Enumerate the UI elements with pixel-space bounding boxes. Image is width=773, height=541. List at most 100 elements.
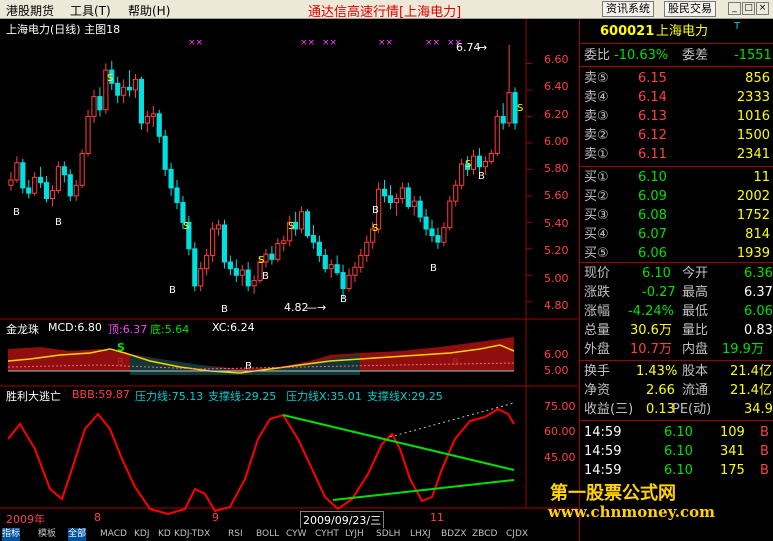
sub2-bbb: BBB:59.87 (72, 388, 130, 401)
indicator-tab[interactable]: CJDX (506, 528, 528, 541)
signal-marker: S (465, 159, 471, 170)
pressure-x-line (389, 402, 515, 438)
tick-price: 6.10 (664, 463, 693, 478)
stat-value: 19.9万 (722, 342, 764, 357)
candle-body (269, 253, 275, 260)
date-month-8: 8 (94, 511, 101, 524)
candle-body (67, 174, 73, 197)
candle-body (14, 162, 20, 181)
candle-body (239, 269, 245, 276)
sell-price: 6.12 (638, 128, 667, 143)
sell-volume: 1016 (736, 109, 770, 124)
restore-button[interactable]: □ (742, 2, 755, 15)
watermark-title: 第一股票公式网 (550, 483, 676, 504)
buy-volume: 1939 (736, 246, 770, 261)
candle-body (304, 211, 311, 237)
candle-body (322, 254, 328, 270)
sell-row[interactable]: 卖③ 6.13 1016 (580, 107, 773, 126)
trading-button[interactable]: 股民交易 (664, 1, 716, 17)
candle-body (334, 264, 340, 274)
price-tick-label: 6.20 (544, 108, 569, 121)
news-system-button[interactable]: 资讯系统 (602, 1, 654, 17)
stat-value: 6.36 (744, 266, 773, 281)
indicator-tab[interactable]: BDZX (441, 528, 466, 541)
date-month-9: 9 (212, 511, 219, 524)
sell-price: 6.13 (638, 109, 667, 124)
indicator-tab[interactable]: 全部 (68, 528, 87, 541)
sub1-title: 金龙珠 (6, 323, 39, 336)
stat-label: PE(动) (672, 402, 712, 417)
buy-volume: 2002 (736, 189, 770, 204)
buy-row[interactable]: 买③ 6.08 1752 (580, 206, 773, 225)
signal-marker: B (221, 304, 228, 315)
indicator-tab[interactable]: 模板 (38, 528, 56, 541)
indicator-tab[interactable]: RSI (228, 528, 243, 541)
candle-body (381, 188, 388, 197)
candle-body (364, 241, 370, 256)
indicator-tab[interactable]: ZBCD (472, 528, 497, 541)
candle-body (358, 254, 364, 268)
sell-volume: 856 (745, 71, 770, 86)
indicator-tab[interactable]: BOLL (256, 528, 279, 541)
stat-row: 涨幅 -4.24% 最低 6.06 (580, 302, 773, 321)
candle-body (26, 187, 32, 194)
buy-row[interactable]: 买② 6.09 2002 (580, 187, 773, 206)
stat-value: -4.24% (628, 304, 674, 319)
sub1-bottom: 底:5.64 (150, 323, 190, 336)
candle-body (162, 135, 168, 170)
menu-hk-futures[interactable]: 港股期货 (6, 2, 54, 19)
menu-tools[interactable]: 工具(T) (70, 2, 111, 19)
stat-label: 流通 (682, 383, 709, 398)
weicha-label: 委差 (682, 48, 709, 63)
indicator-tab[interactable]: KDJ-TDX (174, 528, 210, 541)
chart-area[interactable]: BBSBSBSBSBSBBSBSBBB×××××××××××× 上海电力(日线)… (0, 19, 578, 529)
sell-row[interactable]: 卖⑤ 6.15 856 (580, 69, 773, 88)
signal-marker: B (55, 217, 62, 228)
stock-mark: T (734, 21, 741, 32)
stat-label: 最低 (682, 304, 709, 319)
buy-row[interactable]: 买① 6.10 11 (580, 168, 773, 187)
candle-body (156, 113, 162, 137)
sell-row[interactable]: 卖② 6.12 1500 (580, 126, 773, 145)
indicator-tab[interactable]: SDLH (376, 528, 400, 541)
candle-body (245, 269, 251, 287)
indicator-tab[interactable]: CYW (286, 528, 307, 541)
indicator-tab[interactable]: MACD (100, 528, 127, 541)
sub2-axis-label: 45.00 (544, 451, 576, 464)
buy-volume: 814 (745, 227, 770, 242)
indicator-tab[interactable]: LHXJ (410, 528, 431, 541)
close-button[interactable]: × (756, 2, 769, 15)
indicator-tab[interactable]: CYHT (315, 528, 339, 541)
sell-price: 6.14 (638, 90, 667, 105)
candle-body (506, 92, 512, 124)
signal-marker: S (288, 221, 294, 232)
sell-row[interactable]: 卖① 6.11 2341 (580, 145, 773, 164)
signal-marker: B (478, 171, 485, 182)
buy-row[interactable]: 买④ 6.07 814 (580, 225, 773, 244)
sub2-pressure: 压力线:75.13 (135, 390, 204, 403)
buy-label: 买⑤ (584, 246, 609, 261)
sell-row[interactable]: 卖④ 6.14 2333 (580, 88, 773, 107)
indicator-tab[interactable]: LYJH (345, 528, 364, 541)
sub2-support: 支撑线:29.25 (208, 390, 277, 403)
indicator-tab[interactable]: KD (158, 528, 171, 541)
signal-marker: S (183, 221, 189, 232)
candle-body (38, 176, 44, 184)
window-title: 通达信高速行情[上海电力] (308, 5, 462, 20)
buy-price: 6.07 (638, 227, 667, 242)
top-marker: ×× (188, 38, 203, 48)
price-tick-label: 5.60 (544, 189, 569, 202)
buy-row[interactable]: 买⑤ 6.06 1939 (580, 244, 773, 263)
price-tick-label: 5.20 (544, 244, 569, 257)
stat-value: 21.4亿 (730, 364, 772, 379)
candle-body (215, 224, 222, 230)
sell-price: 6.11 (638, 147, 667, 162)
menu-help[interactable]: 帮助(H) (128, 2, 170, 19)
indicator-tab[interactable]: KDJ (134, 528, 150, 541)
minimize-button[interactable]: _ (728, 2, 741, 15)
low-arrow: —→ (306, 301, 327, 314)
indicator-tab[interactable]: 指标 (2, 528, 21, 541)
signal-marker: S (517, 103, 523, 114)
buy-volume: 1752 (736, 208, 770, 223)
chart-svg[interactable]: BBSBSBSBSBSBBSBSBBB×××××××××××× (0, 19, 578, 528)
